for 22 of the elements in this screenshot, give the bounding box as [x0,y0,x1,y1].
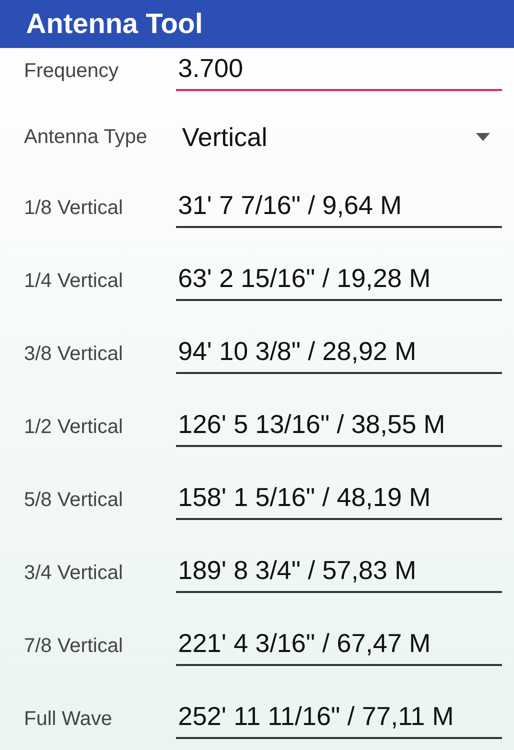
dropdown-caret-icon [476,133,490,141]
length-value-field: 221' 4 3/16" / 67,47 M [176,623,502,666]
length-label: 7/8 Vertical [24,635,124,658]
app-title: Antenna Tool [0,0,514,48]
frequency-label: Frequency [24,60,120,83]
antenna-type-label: Antenna Type [24,126,148,148]
length-label: 3/4 Vertical [24,562,124,585]
length-value-field: 31' 7 7/16" / 9,64 M [176,185,502,228]
length-label: 1/4 Vertical [24,270,124,293]
length-value-field: 158' 1 5/16" / 48,19 M [176,477,502,520]
length-label: 1/8 Vertical [24,197,124,220]
length-value-field: 189' 8 3/4" / 57,83 M [176,550,502,593]
length-label: Full Wave [24,708,114,731]
length-value-field: 94' 10 3/8" / 28,92 M [176,331,502,374]
antenna-type-dropdown[interactable]: Vertical [176,122,502,152]
frequency-field[interactable]: 3.700 [176,48,502,91]
length-label: 1/2 Vertical [24,416,124,439]
length-value-field: 63' 2 15/16" / 19,28 M [176,258,502,301]
length-label: 5/8 Vertical [24,489,124,512]
length-label: 3/8 Vertical [24,343,124,366]
length-value-field: 126' 5 13/16" / 38,55 M [176,404,502,447]
length-value-field: 252' 11 11/16" / 77,11 M [176,696,502,739]
